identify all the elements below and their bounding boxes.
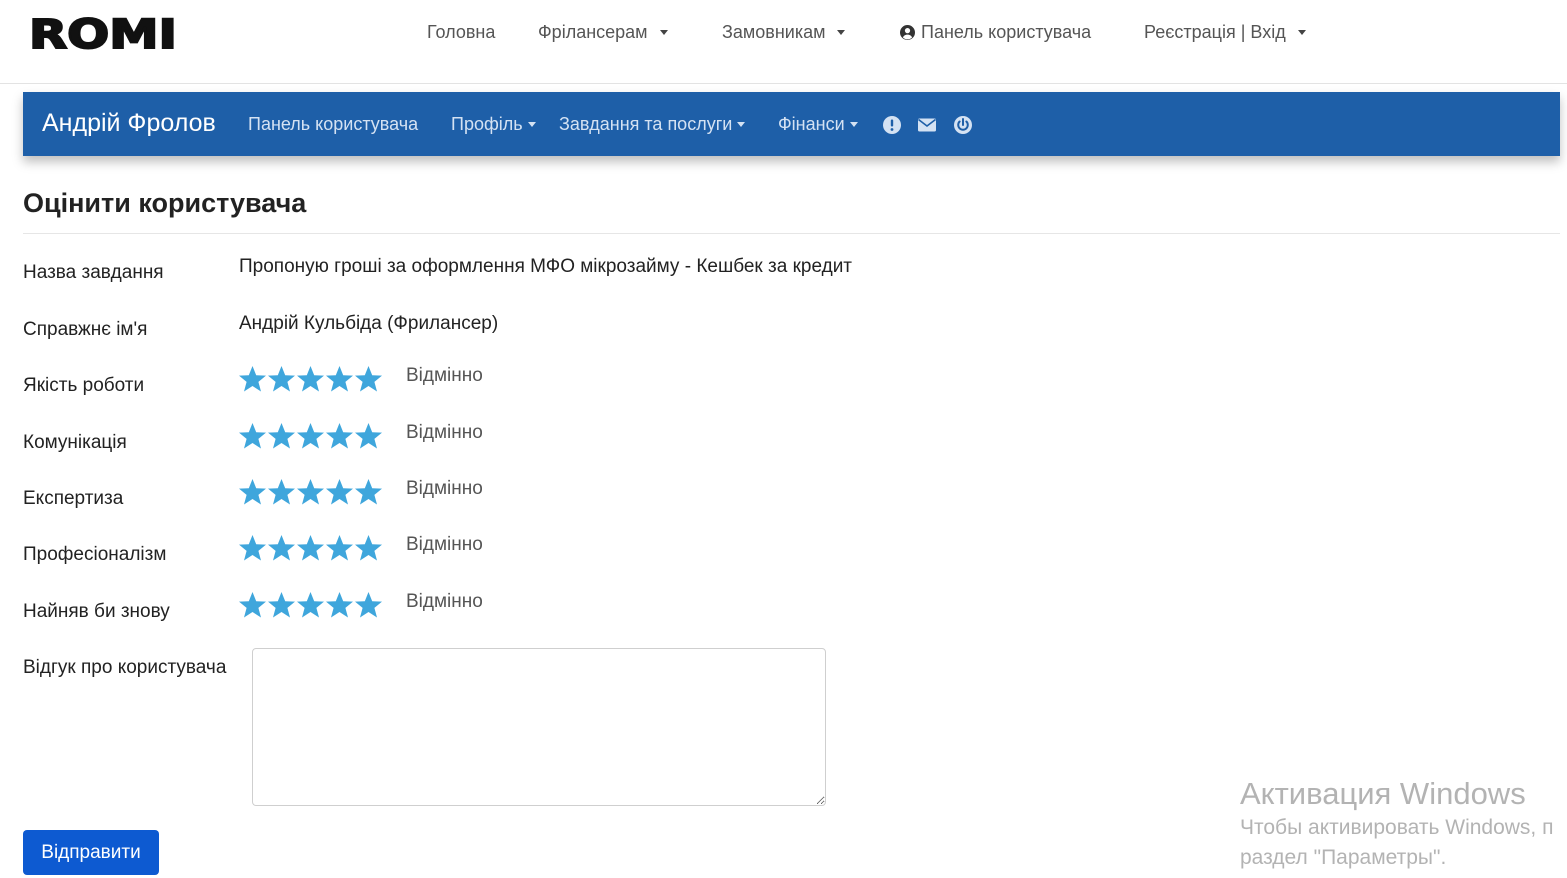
userbar-finance-label: Фінанси (778, 114, 845, 134)
nav-freelancers-dropdown[interactable]: Фріланcерам (538, 22, 668, 43)
nav-dashboard-label: Панель користувача (921, 22, 1092, 42)
nav-home-link[interactable]: Головна (427, 22, 495, 43)
nav-dashboard-link[interactable]: Панель користувача (900, 22, 1091, 43)
rating-label: Експертиза (23, 488, 124, 509)
userbar-dashboard-link[interactable]: Панель користувача (248, 114, 418, 135)
star-icon[interactable] (296, 365, 325, 393)
star-rating[interactable] (238, 365, 383, 393)
star-icon[interactable] (354, 478, 383, 506)
review-textarea[interactable] (252, 648, 826, 806)
star-icon[interactable] (354, 365, 383, 393)
divider (23, 233, 1560, 234)
star-icon[interactable] (296, 534, 325, 562)
name-label: Справжнє ім'я (23, 319, 148, 340)
nav-home-label: Головна (427, 22, 496, 42)
envelope-icon[interactable] (917, 115, 937, 135)
chevron-down-icon (659, 30, 668, 35)
name-value: Андрій Кульбіда (Фрилансер) (239, 313, 499, 334)
chevron-down-icon (849, 122, 858, 127)
chevron-down-icon (837, 30, 846, 35)
chevron-down-icon (737, 122, 746, 127)
submit-button[interactable]: Відправити (23, 830, 159, 875)
star-icon[interactable] (267, 478, 296, 506)
nav-freelancers-label: Фріланcерам (538, 22, 648, 42)
star-icon[interactable] (267, 591, 296, 619)
nav-customers-dropdown[interactable]: Замовникам (722, 22, 846, 43)
rating-label: Найняв би знову (23, 601, 170, 622)
chevron-down-icon (527, 122, 536, 127)
star-icon[interactable] (325, 422, 354, 450)
user-navbar: Андрій Фролов Панель користувача Профіль… (23, 92, 1560, 156)
nav-customers-label: Замовникам (722, 22, 826, 42)
nav-auth-dropdown[interactable]: Реєстрація | Вхід (1144, 22, 1306, 43)
star-icon[interactable] (296, 478, 325, 506)
star-icon[interactable] (325, 534, 354, 562)
page-title: Оцінити користувача (23, 188, 307, 218)
rating-text: Відмінно (406, 534, 483, 555)
star-rating[interactable] (238, 478, 383, 506)
romi-logo[interactable]: ROMI (29, 14, 179, 54)
userbar-profile-label: Профіль (451, 114, 523, 134)
windows-watermark-line: Чтобы активировать Windows, п (1240, 816, 1554, 839)
rating-text: Відмінно (406, 591, 483, 612)
star-icon[interactable] (325, 591, 354, 619)
star-icon[interactable] (296, 422, 325, 450)
userbar-finance-dropdown[interactable]: Фінанси (778, 114, 858, 135)
info-icon[interactable] (882, 115, 902, 135)
star-icon[interactable] (238, 534, 267, 562)
star-icon[interactable] (267, 534, 296, 562)
rating-label: Якість роботи (23, 375, 145, 396)
userbar-dashboard-label: Панель користувача (248, 114, 419, 134)
task-value: Пропоную гроші за оформлення МФО мікроза… (239, 256, 853, 277)
star-rating[interactable] (238, 591, 383, 619)
rating-text: Відмінно (406, 478, 483, 499)
power-icon[interactable] (953, 115, 973, 135)
nav-auth-label: Реєстрація | Вхід (1144, 22, 1286, 42)
star-icon[interactable] (354, 422, 383, 450)
svg-text:ROMI: ROMI (29, 14, 177, 54)
chevron-down-icon (1297, 30, 1306, 35)
windows-watermark-title: Активация Windows (1240, 776, 1526, 811)
star-rating[interactable] (238, 422, 383, 450)
star-icon[interactable] (354, 591, 383, 619)
top-navbar: ROMI Головна Фріланcерам Замовникам Пане… (0, 0, 1567, 84)
userbar-profile-dropdown[interactable]: Профіль (451, 114, 536, 135)
star-icon[interactable] (238, 365, 267, 393)
star-icon[interactable] (238, 422, 267, 450)
star-icon[interactable] (238, 591, 267, 619)
star-icon[interactable] (325, 365, 354, 393)
star-icon[interactable] (325, 478, 354, 506)
star-rating[interactable] (238, 534, 383, 562)
task-label: Назва завдання (23, 262, 164, 283)
windows-watermark-line: раздел "Параметры". (1240, 846, 1447, 869)
user-circle-icon (900, 25, 915, 40)
review-label: Відгук про користувача (23, 657, 227, 678)
userbar-tasks-label: Завдання та послуги (559, 114, 733, 134)
rating-label: Комунікація (23, 432, 127, 453)
rating-text: Відмінно (406, 365, 483, 386)
star-icon[interactable] (267, 422, 296, 450)
user-name[interactable]: Андрій Фролов (42, 109, 216, 138)
userbar-tasks-dropdown[interactable]: Завдання та послуги (559, 114, 746, 135)
rating-label: Професіоналізм (23, 544, 167, 565)
rating-text: Відмінно (406, 422, 483, 443)
star-icon[interactable] (354, 534, 383, 562)
star-icon[interactable] (296, 591, 325, 619)
star-icon[interactable] (267, 365, 296, 393)
star-icon[interactable] (238, 478, 267, 506)
